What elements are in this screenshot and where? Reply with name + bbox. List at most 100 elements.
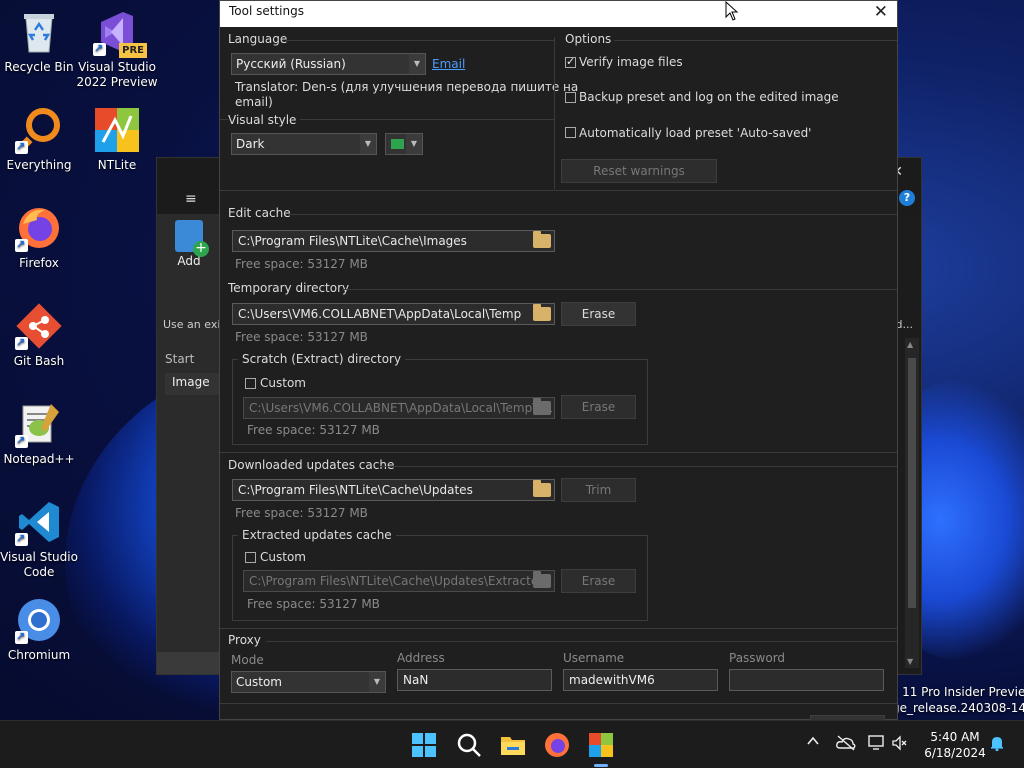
edit-cache-path-input[interactable]: C:\Program Files\NTLite\Cache\Images <box>232 230 555 252</box>
clock-time: 5:40 AM <box>930 730 980 744</box>
search-icon[interactable] <box>455 731 483 759</box>
backup-preset-checkbox[interactable] <box>565 92 576 103</box>
desktop-icon-firefox[interactable]: Firefox <box>0 204 82 271</box>
vscode-icon <box>15 498 63 546</box>
accent-color-picker[interactable]: ▼ <box>385 133 423 155</box>
scrollbar[interactable]: ▲ ▼ <box>905 338 919 668</box>
proxy-username-input[interactable]: madewithVM6 <box>563 669 718 691</box>
updates-cache-section-title: Downloaded updates cache <box>228 458 395 472</box>
windows-build-watermark: s 11 Pro Insider Preview ge_release.2403… <box>892 684 1024 716</box>
scratch-custom-label: Custom <box>260 376 306 390</box>
folder-browse-icon[interactable] <box>533 398 551 415</box>
scroll-up-icon[interactable]: ▲ <box>907 340 913 349</box>
updates-cache-trim-button[interactable]: Trim <box>561 478 636 502</box>
visual-studio-icon: PRE <box>93 8 147 58</box>
network-icon[interactable] <box>868 735 886 755</box>
temp-dir-path-input[interactable]: C:\Users\VM6.COLLABNET\AppData\Local\Tem… <box>232 303 555 325</box>
scratch-path-value: C:\Users\VM6.COLLABNET\AppData\Local\Tem… <box>249 401 552 415</box>
scroll-down-icon[interactable]: ▼ <box>907 657 913 666</box>
start-icon[interactable] <box>410 731 438 759</box>
desktop-icon-recycle-bin[interactable]: Recycle Bin <box>0 8 82 75</box>
desktop-icon-label: Visual Studio Code <box>0 550 78 579</box>
divider <box>220 452 897 453</box>
watermark-line: ge_release.240308-1400 <box>892 701 1024 715</box>
ntlite-icon <box>93 106 141 154</box>
divider <box>614 40 897 41</box>
divider <box>220 703 897 704</box>
shortcut-arrow-icon <box>15 237 28 252</box>
proxy-mode-select[interactable]: Custom ▼ <box>231 671 386 693</box>
extracted-cache-path-input[interactable]: C:\Program Files\NTLite\Cache\Updates\Ex… <box>243 570 555 592</box>
temp-dir-erase-button[interactable]: Erase <box>561 302 636 326</box>
desktop-icon-label: Chromium <box>7 648 71 662</box>
verify-image-files-label: Verify image files <box>579 55 683 69</box>
desktop-icon-notepad-plus-plus[interactable]: Notepad++ <box>0 400 82 467</box>
backup-preset-label: Backup preset and log on the edited imag… <box>579 90 839 104</box>
extracted-cache-free-space: Free space: 53127 MB <box>247 597 380 611</box>
proxy-password-input[interactable] <box>729 669 884 691</box>
extracted-cache-erase-button[interactable]: Erase <box>561 569 636 593</box>
proxy-mode-value: Custom <box>236 675 282 689</box>
scratch-custom-checkbox[interactable] <box>245 378 256 389</box>
scratch-section-title: Scratch (Extract) directory <box>238 352 406 366</box>
proxy-username-label: Username <box>563 651 625 665</box>
everything-icon <box>15 106 63 154</box>
firefox-icon[interactable] <box>543 731 571 759</box>
add-file-icon <box>175 220 209 257</box>
desktop-icon-visual-studio-2022[interactable]: PRE Visual Studio 2022 Preview <box>74 8 160 90</box>
scratch-erase-button[interactable]: Erase <box>561 395 636 419</box>
autoload-preset-checkbox[interactable] <box>565 127 576 138</box>
language-select[interactable]: Русский (Russian) ▼ <box>231 53 426 75</box>
folder-browse-icon[interactable] <box>533 480 551 497</box>
ntlite-icon[interactable] <box>587 731 615 767</box>
desktop-icon-ntlite[interactable]: NTLite <box>74 106 160 173</box>
system-clock[interactable]: 5:40 AM 6/18/2024 <box>920 729 990 761</box>
visual-style-select[interactable]: Dark ▼ <box>231 133 377 155</box>
sidebar-bottom-strip <box>157 652 221 674</box>
options-section-title: Options <box>565 32 612 46</box>
proxy-address-label: Address <box>397 651 445 665</box>
scrollbar-thumb[interactable] <box>908 358 916 608</box>
notification-bell-icon[interactable] <box>989 735 1005 755</box>
verify-image-files-checkbox[interactable] <box>565 55 576 68</box>
extracted-custom-checkbox[interactable] <box>245 552 256 563</box>
reset-warnings-button[interactable]: Reset warnings <box>561 159 717 183</box>
cloud-offline-icon[interactable] <box>836 735 856 755</box>
sidebar-item-start[interactable]: Start <box>165 352 194 366</box>
edit-cache-section-title: Edit cache <box>228 206 291 220</box>
help-icon[interactable]: ? <box>899 190 915 206</box>
sidebar-item-image[interactable]: Image <box>165 373 221 395</box>
translator-text: Translator: Den-s (для улучшения перевод… <box>235 80 579 94</box>
taskbar: 5:40 AM 6/18/2024 <box>0 720 1024 768</box>
tray-chevron-up-icon[interactable] <box>806 734 820 752</box>
desktop-icon-git-bash[interactable]: Git Bash <box>0 302 82 369</box>
divider <box>288 214 897 215</box>
folder-browse-icon[interactable] <box>533 571 551 588</box>
language-select-value: Русский (Russian) <box>236 57 346 71</box>
scratch-path-input[interactable]: C:\Users\VM6.COLLABNET\AppData\Local\Tem… <box>243 397 555 419</box>
dialog-titlebar[interactable]: Tool settings ✕ <box>220 1 897 27</box>
shortcut-arrow-icon <box>93 41 106 56</box>
close-button[interactable]: ✕ <box>874 2 888 22</box>
divider <box>380 466 897 467</box>
divider <box>220 190 897 191</box>
updates-cache-path-input[interactable]: C:\Program Files\NTLite\Cache\Updates <box>232 479 555 501</box>
ntlite-sidebar <box>157 214 221 674</box>
folder-browse-icon[interactable] <box>533 231 551 248</box>
use-existing-text: Use an exis <box>163 318 227 331</box>
hamburger-menu-icon[interactable]: ≡ <box>185 191 197 207</box>
folder-browse-icon[interactable] <box>533 304 551 321</box>
divider <box>342 289 897 290</box>
accent-color-swatch <box>391 139 404 149</box>
desktop-icon-vscode[interactable]: Visual Studio Code <box>0 498 82 580</box>
add-button[interactable]: Add <box>169 220 209 268</box>
desktop-icon-chromium[interactable]: Chromium <box>0 596 82 663</box>
notepad-plus-plus-icon <box>15 400 63 448</box>
volume-muted-icon[interactable] <box>892 735 908 755</box>
email-link[interactable]: Email <box>432 57 465 71</box>
file-explorer-icon[interactable] <box>499 731 527 759</box>
proxy-section-title: Proxy <box>228 633 261 647</box>
desktop-icon-everything[interactable]: Everything <box>0 106 82 173</box>
proxy-address-input[interactable]: NaN <box>397 669 552 691</box>
tool-settings-dialog: Tool settings ✕ Language Русский (Russia… <box>219 0 898 721</box>
